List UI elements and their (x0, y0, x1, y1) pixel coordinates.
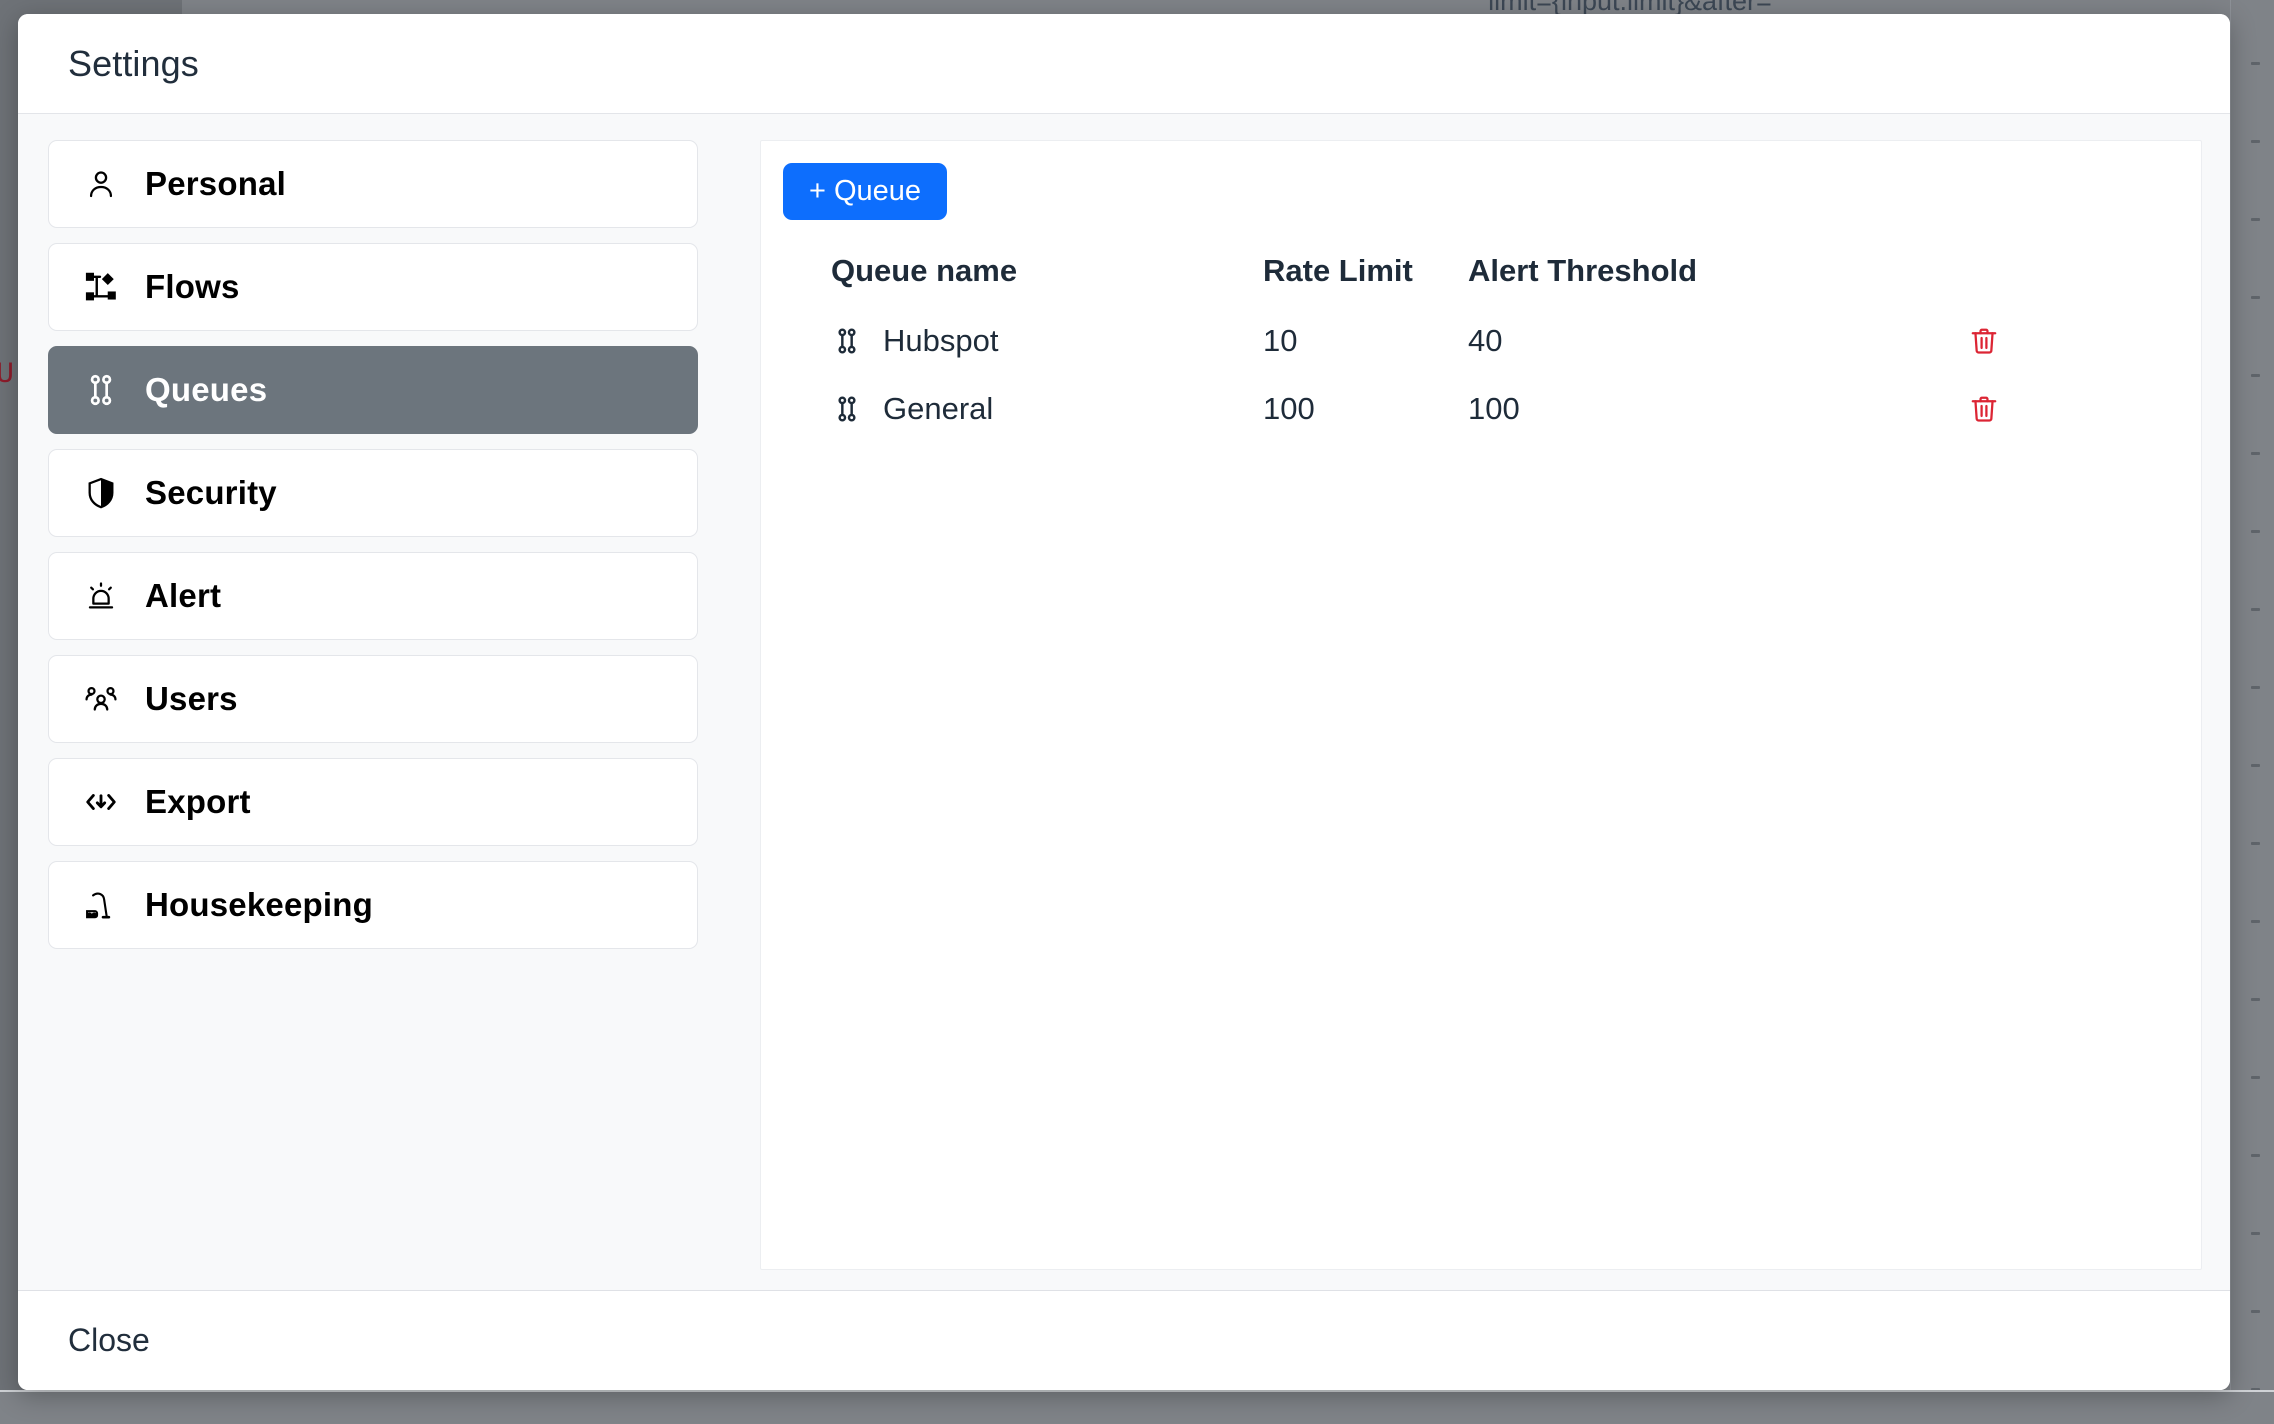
alert-threshold-value: 40 (1468, 323, 1503, 358)
flow-nodes-icon (83, 269, 119, 305)
background-red-character: U (0, 358, 15, 392)
sidebar-item-label: Alert (145, 577, 222, 614)
queue-name-value: General (883, 391, 994, 426)
sidebar-item-label: Housekeeping (145, 886, 373, 923)
alert-threshold-value: 100 (1468, 391, 1520, 426)
sidebar-item-label: Export (145, 783, 251, 820)
queue-name-value: Hubspot (883, 323, 999, 358)
rate-limit-value: 100 (1263, 391, 1315, 426)
queue-name-cell: General (783, 375, 1263, 443)
modal-footer: Close (18, 1290, 2230, 1390)
delete-queue-button[interactable] (1968, 324, 2002, 358)
sidebar-item-users[interactable]: Users (48, 655, 698, 743)
background-ruler (2230, 0, 2274, 1424)
sidebar-item-label: Flows (145, 268, 240, 305)
page-title: Settings (68, 42, 199, 84)
table-header-row: Queue name Rate Limit Alert Threshold (783, 253, 2171, 307)
person-icon (83, 166, 119, 202)
trash-icon (1968, 325, 2002, 357)
settings-modal: Settings Personal Flows Queues Security … (18, 14, 2230, 1390)
sidebar-item-label: Queues (145, 371, 268, 408)
code-download-icon (83, 784, 119, 820)
sidebar-item-export[interactable]: Export (48, 758, 698, 846)
column-header-rate-limit: Rate Limit (1263, 253, 1413, 288)
column-header-alert-threshold: Alert Threshold (1468, 253, 1698, 288)
queue-icon (831, 326, 862, 357)
settings-sidebar: Personal Flows Queues Security Alert Use… (48, 140, 760, 1270)
row-actions-cell (1968, 375, 2171, 443)
sidebar-item-label: Security (145, 474, 277, 511)
sidebar-item-security[interactable]: Security (48, 449, 698, 537)
table-row[interactable]: Hubspot 10 40 (783, 307, 2171, 375)
users-group-icon (83, 681, 119, 717)
delete-queue-button[interactable] (1968, 392, 2002, 426)
sidebar-item-flows[interactable]: Flows (48, 243, 698, 331)
queues-table: Queue name Rate Limit Alert Threshold Hu… (783, 253, 2171, 443)
queue-icon (83, 372, 119, 408)
rate-limit-value: 10 (1263, 323, 1298, 358)
sidebar-item-label: Personal (145, 165, 286, 202)
add-queue-button[interactable]: + Queue (783, 163, 948, 220)
table-row[interactable]: General 100 100 (783, 375, 2171, 443)
trash-icon (1968, 393, 2002, 425)
sidebar-item-label: Users (145, 680, 238, 717)
sidebar-item-housekeeping[interactable]: Housekeeping (48, 861, 698, 949)
column-header-queue-name: Queue name (831, 253, 1018, 288)
siren-icon (83, 578, 119, 614)
modal-header: Settings (18, 14, 2230, 114)
queues-panel: + Queue Queue name Rate Limit Alert Thre… (760, 140, 2202, 1270)
background-bottom-band (0, 1390, 2274, 1424)
sidebar-item-queues[interactable]: Queues (48, 346, 698, 434)
queue-icon (831, 394, 862, 425)
queue-name-cell: Hubspot (783, 307, 1263, 375)
row-actions-cell (1968, 307, 2171, 375)
column-header-actions (1968, 253, 2171, 307)
shield-icon (83, 475, 119, 511)
close-button[interactable]: Close (68, 1322, 150, 1359)
modal-body: Personal Flows Queues Security Alert Use… (18, 114, 2230, 1290)
sidebar-item-alert[interactable]: Alert (48, 552, 698, 640)
vacuum-icon (83, 887, 119, 923)
sidebar-item-personal[interactable]: Personal (48, 140, 698, 228)
